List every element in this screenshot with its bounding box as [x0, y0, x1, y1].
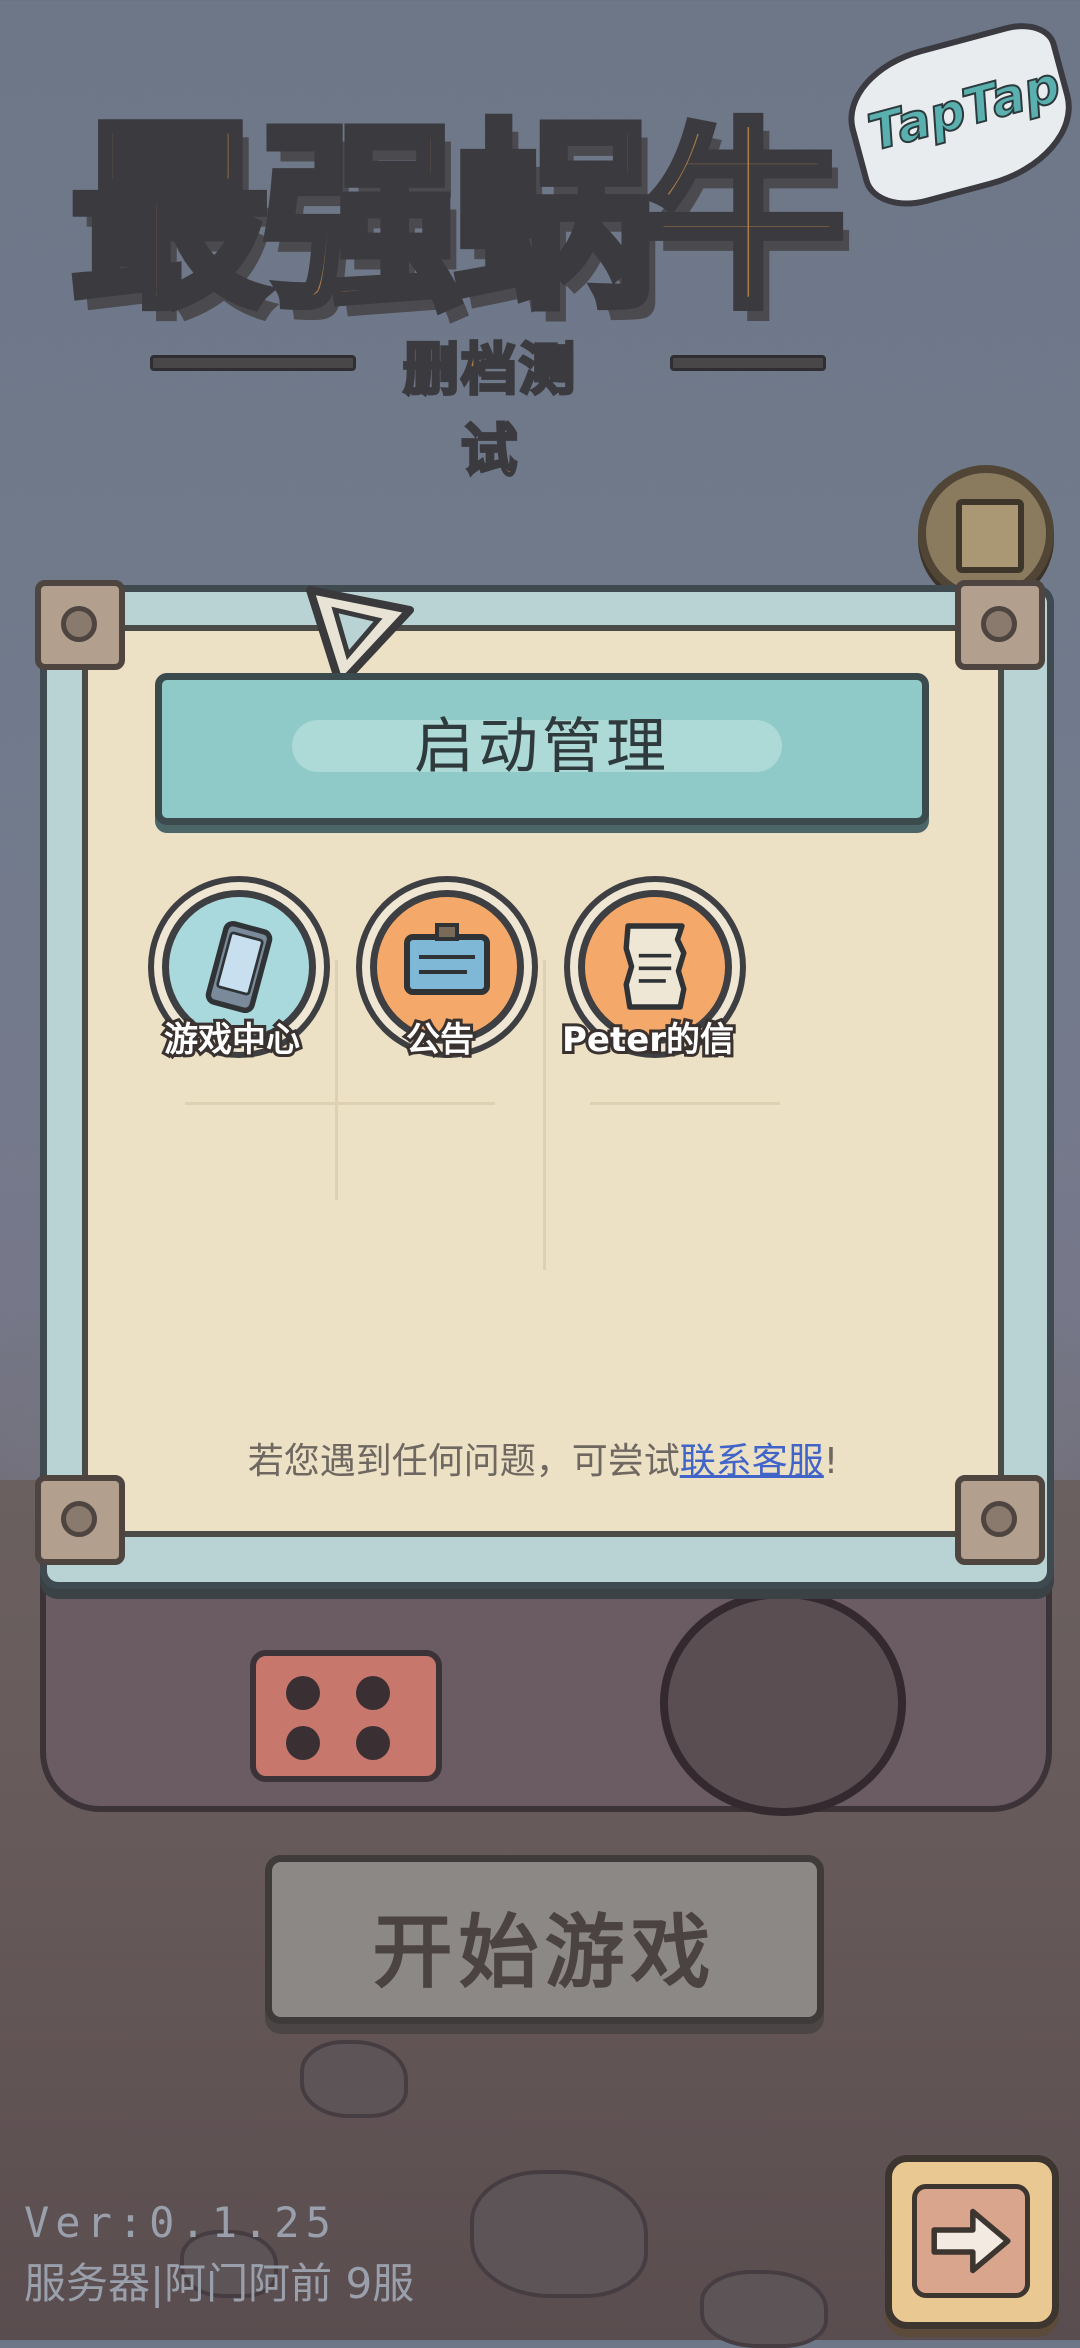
version-label: Ver:0.1.25: [24, 2198, 337, 2247]
panel-title: 启动管理: [414, 712, 670, 782]
taptap-badge: TapTap: [834, 13, 1080, 219]
logo-subtitle: 删档测试: [402, 337, 577, 486]
rock: [470, 2170, 648, 2298]
document-icon: [956, 499, 1024, 573]
notice-board-icon: [404, 923, 490, 995]
next-button[interactable]: [885, 2155, 1059, 2329]
panel-divider: [335, 960, 338, 1200]
panel-header: 启动管理: [155, 673, 929, 825]
help-message: 若您遇到任何问题，可尝试联系客服!: [82, 1432, 1004, 1484]
next-button-face: [912, 2184, 1030, 2298]
help-text: 若您遇到任何问题，可尝试: [247, 1441, 680, 1482]
panel-divider: [590, 1102, 780, 1105]
panel-divider: [185, 1102, 495, 1105]
panel-corner-bolt: [35, 1475, 125, 1565]
contact-support-link[interactable]: 联系客服: [680, 1441, 824, 1482]
logo-subtitle-row: 删档测试: [150, 325, 830, 486]
start-game-button[interactable]: 开始游戏: [265, 1855, 824, 2024]
bumper-hole: [356, 1676, 390, 1710]
letter-icon: [623, 923, 687, 1010]
peter-letter-button[interactable]: Peter的信: [548, 890, 748, 1090]
arrow-right-icon: [931, 2208, 1011, 2274]
panel-corner-bolt: [35, 580, 125, 670]
bumper-hole: [356, 1726, 390, 1760]
start-game-label: 开始游戏: [372, 1906, 717, 1999]
panel-corner-bolt: [955, 580, 1045, 670]
rock: [300, 2040, 408, 2118]
logo-title: 最强蜗牛: [66, 103, 850, 336]
panel-corner-bolt: [955, 1475, 1045, 1565]
logo-divider-right: [670, 355, 826, 371]
wheel-decoration: [660, 1590, 906, 1816]
server-label[interactable]: 服务器|阿门阿前 9服: [24, 2250, 414, 2311]
panel-divider: [543, 960, 546, 1270]
rock: [700, 2270, 828, 2348]
taptap-badge-label: TapTap: [861, 55, 1067, 164]
help-suffix: !: [823, 1441, 839, 1482]
phone-icon: [205, 920, 273, 1014]
bumper-hole: [286, 1676, 320, 1710]
bumper-decoration: [250, 1650, 442, 1782]
bumper-hole: [286, 1726, 320, 1760]
logo-divider-left: [150, 355, 356, 371]
peter-letter-label: Peter的信: [559, 1017, 737, 1063]
